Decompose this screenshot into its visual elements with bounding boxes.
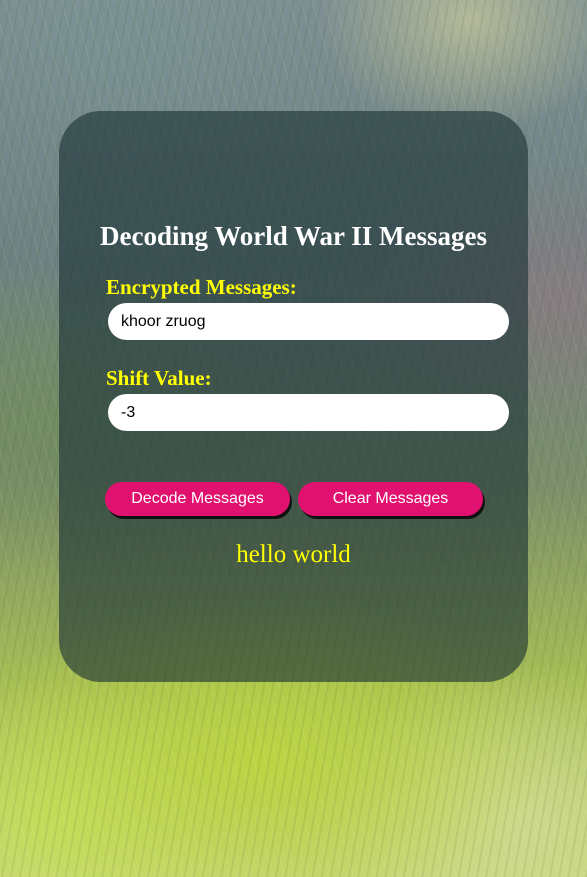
clear-messages-button[interactable]: Clear Messages [298, 482, 483, 516]
decoded-result: hello world [236, 541, 351, 568]
decode-messages-button[interactable]: Decode Messages [105, 482, 290, 516]
page-title: Decoding World War II Messages [99, 221, 488, 251]
encrypted-messages-input[interactable] [108, 303, 509, 340]
decoder-card: Decoding World War II Messages Encrypted… [59, 111, 528, 682]
shift-value-label: Shift Value: [106, 366, 212, 390]
encrypted-messages-label: Encrypted Messages: [106, 275, 297, 299]
shift-value-input[interactable] [108, 394, 509, 431]
